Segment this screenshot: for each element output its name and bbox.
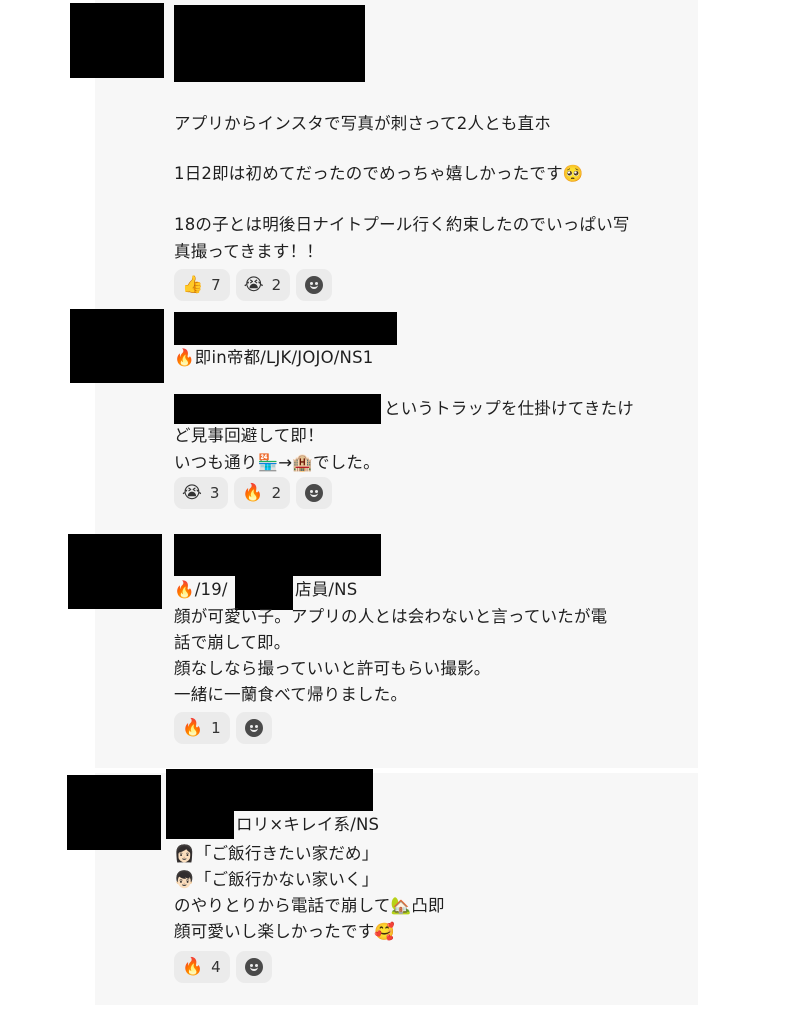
message-line: いつも通り🏪→🏨でした。	[174, 453, 380, 472]
fire-icon: 🔥	[182, 718, 204, 738]
message-line: ど見事回避して即！	[174, 426, 324, 445]
redacted-avatar	[70, 3, 164, 78]
reaction-crying[interactable]: 😭 3	[174, 477, 229, 509]
fire-icon: 🔥	[182, 957, 204, 977]
redacted-username	[166, 769, 373, 811]
message-line: 顔可愛いし楽しかったです🥰	[174, 922, 396, 941]
crying-face-icon: 😭	[243, 275, 264, 295]
reaction-bar: 👍 7 😭 2	[174, 269, 333, 301]
message-line: アプリからインスタで写真が刺さって2人とも直ホ	[174, 114, 551, 133]
redacted-username	[174, 5, 365, 82]
redacted-username	[174, 312, 397, 345]
message-meta: ロリ×キレイ系/NS	[236, 815, 380, 834]
message-line: 顔なしなら撮っていいと許可もらい撮影。	[174, 659, 491, 678]
smiley-icon	[244, 958, 263, 976]
fire-icon: 🔥	[242, 483, 264, 503]
smiley-icon	[305, 276, 324, 294]
reaction-count: 4	[211, 958, 221, 976]
add-reaction-button[interactable]	[296, 269, 333, 301]
reaction-count: 3	[209, 484, 220, 502]
message-line: 👦🏻「ご飯行かない家いく」	[174, 870, 379, 889]
add-reaction-button[interactable]	[235, 951, 272, 983]
message-line: 一緒に一蘭食べて帰りました。	[174, 685, 408, 704]
message-line: のやりとりから電話で崩して🏡凸即	[174, 896, 445, 915]
message-meta: 🔥/19/	[174, 580, 228, 599]
reaction-count: 2	[271, 276, 282, 294]
message-line: 話で崩して即。	[174, 633, 291, 652]
reaction-count: 7	[211, 276, 221, 294]
message-meta: 店員/NS	[295, 580, 358, 599]
message-meta: 🔥即in帝都/LJK/JOJO/NS1	[174, 348, 374, 367]
add-reaction-button[interactable]	[296, 477, 333, 509]
message-line: というトラップを仕掛けてきたけ	[384, 399, 635, 418]
reaction-thumbs-up[interactable]: 👍 7	[174, 269, 230, 301]
crying-face-icon: 😭	[182, 483, 202, 503]
redacted-text	[174, 394, 381, 424]
reaction-crying[interactable]: 😭 2	[235, 269, 291, 301]
reaction-fire[interactable]: 🔥 4	[174, 951, 230, 983]
reaction-count: 1	[211, 719, 221, 737]
reaction-fire[interactable]: 🔥 2	[234, 477, 291, 509]
message-line: 18の子とは明後日ナイトプール行く約束したのでいっぱい写	[174, 215, 630, 234]
message-line: 顔が可愛い子。アプリの人とは会わないと言っていたが電	[174, 607, 608, 626]
redacted-avatar	[67, 775, 161, 850]
message-line: 真撮ってきます！！	[174, 242, 323, 261]
reaction-fire[interactable]: 🔥 1	[174, 712, 230, 744]
reaction-bar: 🔥 4	[174, 951, 272, 983]
reaction-bar: 😭 3 🔥 2	[174, 477, 333, 509]
reaction-count: 2	[271, 484, 282, 502]
redacted-avatar	[68, 534, 162, 609]
message-line: 1日2即は初めてだったのでめっちゃ嬉しかったです🥺	[174, 164, 584, 183]
add-reaction-button[interactable]	[235, 712, 272, 744]
reaction-bar: 🔥 1	[174, 712, 272, 744]
redacted-username	[174, 534, 381, 576]
smiley-icon	[244, 719, 263, 737]
message-line: 👩🏻「ご飯行きたい家だめ」	[174, 844, 379, 863]
redacted-text	[166, 811, 234, 839]
smiley-icon	[305, 484, 324, 502]
thumbs-up-icon: 👍	[182, 275, 204, 295]
redacted-avatar	[70, 309, 164, 383]
